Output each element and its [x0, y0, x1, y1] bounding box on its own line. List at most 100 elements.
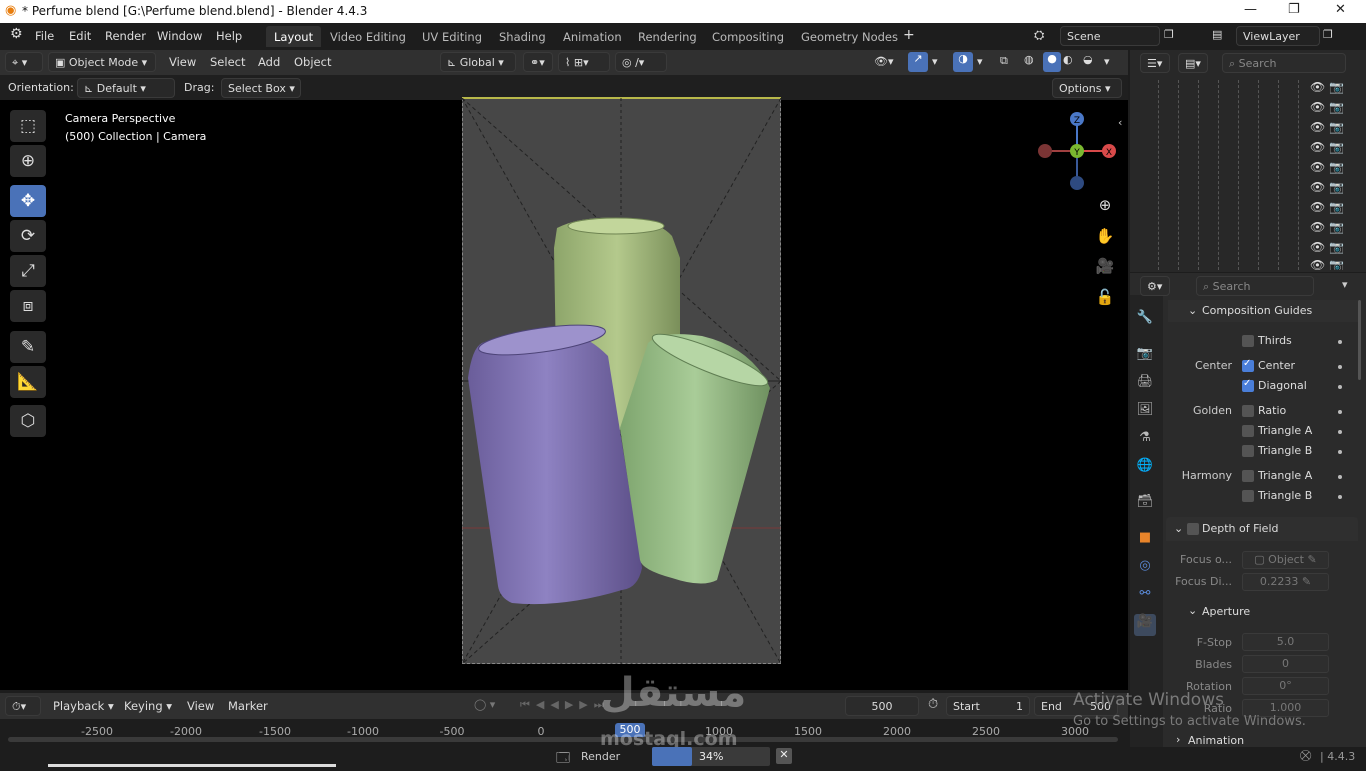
select-box-tool[interactable]: ⬚ — [10, 110, 46, 142]
view-layer-tab-icon[interactable]: 🖼 — [1134, 402, 1156, 424]
timeline-scrollbar[interactable] — [8, 737, 1118, 742]
marker-menu[interactable]: Marker — [228, 699, 268, 713]
outliner-display-mode[interactable]: ▤▾ — [1178, 53, 1208, 73]
measure-tool[interactable]: 📐 — [10, 366, 46, 398]
camera-render-icon[interactable]: 📷 — [1329, 120, 1344, 134]
depth-of-field-header[interactable]: ⌄ Depth of Field — [1166, 517, 1358, 541]
keyframe-dot[interactable] — [1338, 495, 1342, 499]
menu-add[interactable]: Add — [258, 55, 280, 69]
xray-toggle-icon[interactable]: ⧉ — [1000, 54, 1008, 68]
camera-render-icon[interactable]: 📷 — [1329, 100, 1344, 114]
pan-hand-icon[interactable]: ✋ — [1094, 227, 1116, 249]
menu-object[interactable]: Object — [294, 55, 331, 69]
output-tab-icon[interactable]: 🖨 — [1134, 374, 1156, 396]
add-workspace-button[interactable]: + — [903, 27, 915, 43]
properties-scrollbar[interactable] — [1358, 300, 1361, 380]
object-tab-icon[interactable]: ■ — [1134, 530, 1156, 552]
collection-tab-icon[interactable]: 🗃 — [1134, 494, 1156, 516]
world-tab-icon[interactable]: 🌐 — [1134, 458, 1156, 480]
eye-icon[interactable]: 👁 — [1310, 220, 1325, 234]
overlays-toggle-icon[interactable]: ◑ — [953, 52, 973, 72]
menu-edit[interactable]: Edit — [69, 29, 91, 43]
transform-orientation-dropdown[interactable]: ⊾ Global ▾ — [440, 52, 516, 72]
annotate-tool[interactable]: ✎ — [10, 331, 46, 363]
keyframe-dot[interactable] — [1338, 430, 1342, 434]
navigation-gizmo[interactable]: Z X Y — [1034, 108, 1120, 194]
gizmo-toggle-icon[interactable]: ↗ — [908, 52, 928, 72]
overlays-dropdown-icon[interactable]: ▾ — [977, 55, 983, 68]
outliner-row[interactable]: 👁 📷 — [1310, 258, 1360, 270]
outliner-row[interactable]: 👁 📷 — [1310, 200, 1360, 220]
eye-icon[interactable]: 👁 — [1310, 160, 1325, 174]
camera-render-icon[interactable]: 📷 — [1329, 140, 1344, 154]
tab-compositing[interactable]: Compositing — [704, 26, 792, 47]
eye-icon[interactable]: 👁 — [1310, 140, 1325, 154]
lock-icon[interactable]: 🔓 — [1094, 288, 1116, 310]
tab-layout[interactable]: Layout — [266, 26, 322, 47]
keyframe-dot[interactable] — [1338, 340, 1342, 344]
solid-shading-icon[interactable]: ● — [1043, 52, 1061, 72]
scene-field[interactable]: Scene — [1060, 26, 1160, 46]
harmony-triangle-a-checkbox[interactable] — [1242, 470, 1254, 482]
rendered-shading-icon[interactable]: ◒ — [1083, 53, 1093, 66]
eye-icon[interactable]: 👁 — [1310, 200, 1325, 214]
scale-tool[interactable]: ⤢ — [10, 255, 46, 287]
drag-dropdown[interactable]: Select Box ▾ — [221, 78, 301, 98]
playback-menu[interactable]: Playback ▾ — [53, 699, 114, 713]
editor-type-dropdown[interactable]: ⌖ ▾ — [5, 52, 43, 72]
blender-menu-icon[interactable]: ⚙ — [10, 26, 23, 42]
outliner-row[interactable]: 👁 📷 — [1310, 140, 1360, 160]
menu-select[interactable]: Select — [210, 55, 245, 69]
camera-render-icon[interactable]: 📷 — [1329, 160, 1344, 174]
depth-of-field-checkbox[interactable] — [1187, 523, 1199, 535]
eye-icon[interactable]: 👁 — [1310, 240, 1325, 254]
keyframe-dot[interactable] — [1338, 385, 1342, 389]
blades-field[interactable]: 0 — [1242, 655, 1329, 673]
eye-icon[interactable]: 👁 — [1310, 258, 1325, 270]
rotation-field[interactable]: 0° — [1242, 677, 1329, 695]
keyframe-dot[interactable] — [1338, 450, 1342, 454]
menu-render[interactable]: Render — [105, 29, 146, 43]
golden-triangle-b-checkbox[interactable] — [1242, 445, 1254, 457]
visibility-icon[interactable]: 👁▾ — [874, 55, 894, 68]
focus-object-field[interactable]: ▢ Object ✎ — [1242, 551, 1329, 569]
orientation-dropdown[interactable]: ⊾ Default ▾ — [77, 78, 175, 98]
composition-guides-header[interactable]: ⌄ Composition Guides — [1168, 300, 1358, 322]
focus-distance-field[interactable]: 0.2233 ✎ — [1242, 573, 1329, 591]
new-scene-icon[interactable]: ❐ — [1164, 28, 1174, 41]
viewlayer-icon[interactable]: ▤ — [1212, 28, 1222, 41]
camera-render-icon[interactable]: 📷 — [1329, 258, 1344, 270]
start-frame-field[interactable]: Start 1 — [946, 696, 1030, 716]
animation-header[interactable]: › Animation — [1166, 731, 1358, 747]
camera-render-icon[interactable]: 📷 — [1329, 180, 1344, 194]
menu-file[interactable]: File — [35, 29, 54, 43]
harmony-triangle-b-checkbox[interactable] — [1242, 490, 1254, 502]
golden-triangle-a-checkbox[interactable] — [1242, 425, 1254, 437]
sidebar-toggle-icon[interactable]: ‹ — [1118, 116, 1122, 129]
center-checkbox[interactable] — [1242, 358, 1254, 372]
keyframe-dot[interactable] — [1338, 365, 1342, 369]
outliner-row[interactable]: 👁 📷 — [1310, 80, 1360, 100]
tool-tab-icon[interactable]: 🔧 — [1134, 310, 1156, 332]
modifiers-tab-icon[interactable]: ◎ — [1134, 558, 1156, 580]
camera-data-tab-icon[interactable]: 🎥 — [1134, 614, 1156, 636]
diagonal-checkbox[interactable] — [1242, 378, 1254, 392]
minimize-button[interactable]: — — [1244, 2, 1257, 17]
move-tool[interactable]: ✥ — [10, 185, 46, 217]
camera-render-icon[interactable]: 📷 — [1329, 200, 1344, 214]
current-frame-field[interactable]: 500 — [845, 696, 919, 716]
menu-window[interactable]: Window — [157, 29, 202, 43]
camera-render-icon[interactable]: 📷 — [1329, 80, 1344, 94]
properties-options-icon[interactable]: ▾ — [1342, 278, 1348, 291]
menu-view[interactable]: View — [169, 55, 196, 69]
outliner-row[interactable]: 👁 📷 — [1310, 120, 1360, 140]
cancel-render-icon[interactable]: ✕ — [776, 748, 792, 764]
timeline-view-menu[interactable]: View — [187, 699, 214, 713]
snap-toggle[interactable]: ⌇ ⊞▾ — [558, 52, 610, 72]
new-viewlayer-icon[interactable]: ❐ — [1323, 28, 1333, 41]
camera-render-icon[interactable]: 📷 — [1329, 240, 1344, 254]
wireframe-shading-icon[interactable]: ◍ — [1024, 53, 1034, 66]
close-button[interactable]: ✕ — [1335, 2, 1346, 17]
render-tab-icon[interactable]: 📷 — [1134, 346, 1156, 368]
thirds-checkbox[interactable] — [1242, 335, 1254, 347]
